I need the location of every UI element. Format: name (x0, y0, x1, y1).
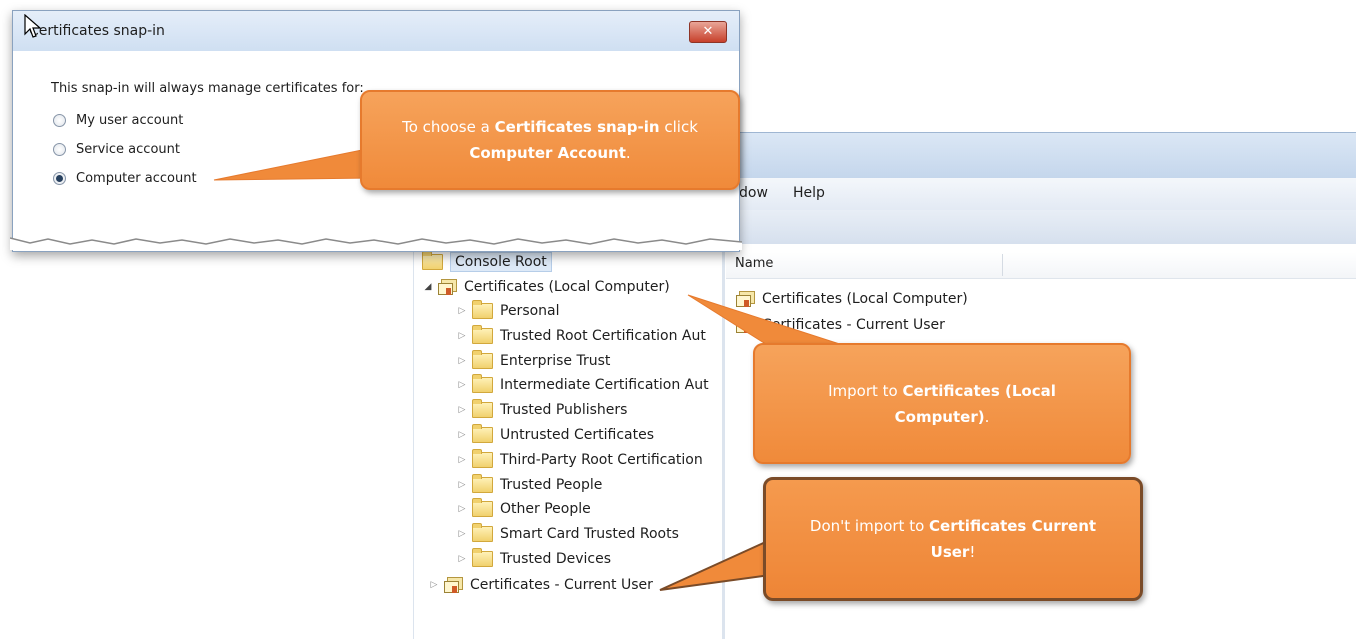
callout-text: Import to (828, 381, 903, 400)
callout-text: . (984, 407, 990, 426)
callout-choose-computer-account: To choose a Certificates snap-in click C… (360, 90, 740, 190)
callout-bold-text: Certificates Current User (929, 517, 1097, 561)
callout-text: To choose a (402, 118, 495, 136)
callout-bold-text: Certificates snap-in (494, 118, 660, 136)
callout-text: click (659, 118, 698, 136)
callout-import-local-computer: Import to Certificates (Local Computer). (753, 343, 1131, 464)
callout-text: ! (969, 543, 976, 561)
callout-text: Don't import to (809, 517, 930, 535)
callout-text: . (625, 144, 631, 162)
callout-bold-text: Computer Account (469, 144, 626, 162)
callout-bold-text: Certificates (Local Computer) (894, 381, 1056, 426)
callout-dont-import-current-user: Don't import to Certificates Current Use… (763, 477, 1143, 601)
